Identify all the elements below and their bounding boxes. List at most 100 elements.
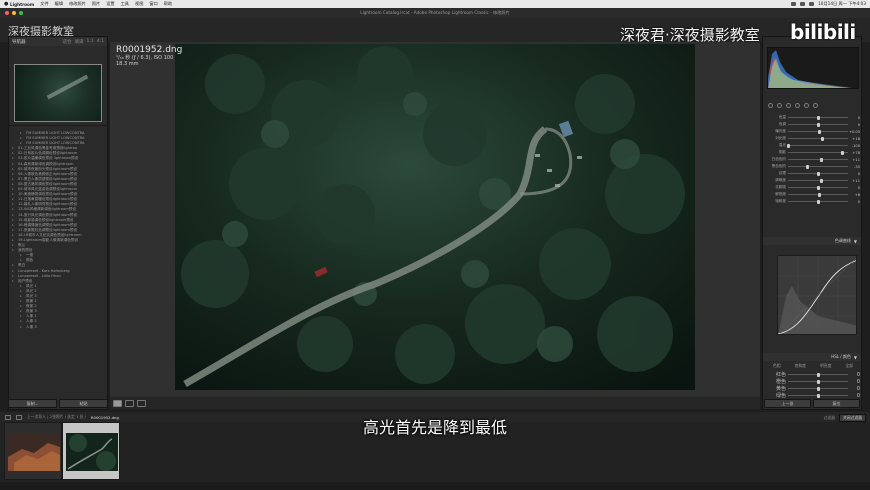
menu-window[interactable]: 窗口 bbox=[149, 1, 157, 7]
preset-item[interactable]: ▸ 人像 3 bbox=[12, 325, 106, 330]
tab-saturation[interactable]: 饱和度 bbox=[795, 363, 806, 369]
wifi-icon[interactable] bbox=[791, 2, 797, 6]
navigator-header[interactable]: 导航器 适合 填满 1:1 4:1 bbox=[9, 37, 107, 46]
main-photo[interactable] bbox=[175, 44, 695, 390]
battery-icon[interactable] bbox=[800, 2, 806, 6]
loupe-view-button[interactable] bbox=[113, 399, 122, 407]
slider-track[interactable] bbox=[788, 150, 848, 155]
tab-all[interactable]: 全部 bbox=[845, 363, 853, 369]
slider-knob[interactable] bbox=[821, 136, 825, 141]
menubar-clock[interactable]: 10月14日 周一 下午4:03 bbox=[818, 1, 866, 7]
slider-value[interactable]: -35 bbox=[848, 165, 860, 169]
slider-track[interactable] bbox=[788, 386, 848, 391]
crop-tool-icon[interactable] bbox=[768, 102, 773, 108]
slider-track[interactable] bbox=[788, 136, 848, 141]
menu-file[interactable]: 文件 bbox=[40, 1, 48, 7]
slider-value[interactable]: +6 bbox=[848, 193, 860, 197]
close-window-button[interactable] bbox=[5, 11, 9, 15]
tone-curve-header[interactable]: 色调曲线 ▼ bbox=[763, 237, 861, 245]
slider-track[interactable] bbox=[788, 122, 848, 127]
before-after-button[interactable] bbox=[137, 399, 146, 407]
slider-track[interactable] bbox=[788, 192, 848, 197]
tab-luminance[interactable]: 明亮度 bbox=[820, 363, 831, 369]
menu-edit[interactable]: 编辑 bbox=[55, 1, 63, 7]
copy-button[interactable]: 复制... bbox=[8, 399, 57, 408]
menu-app-name[interactable]: Lightroom bbox=[10, 2, 34, 7]
slider-knob[interactable] bbox=[819, 178, 823, 183]
red-eye-icon[interactable] bbox=[786, 102, 791, 108]
menu-view[interactable]: 视图 bbox=[135, 1, 143, 7]
spot-removal-icon[interactable] bbox=[777, 102, 782, 108]
slider-knob[interactable] bbox=[816, 379, 820, 384]
slider-knob[interactable] bbox=[816, 372, 820, 377]
slider-knob[interactable] bbox=[786, 143, 790, 148]
slider-value[interactable]: 0 bbox=[848, 393, 860, 399]
slider-knob[interactable] bbox=[840, 150, 844, 155]
slider-track[interactable] bbox=[788, 115, 848, 120]
search-icon[interactable] bbox=[809, 2, 815, 6]
slider-knob[interactable] bbox=[819, 157, 823, 162]
histogram[interactable] bbox=[767, 47, 859, 89]
disclosure-triangle-icon[interactable]: ▸ bbox=[12, 279, 16, 284]
reset-button[interactable]: 复位 bbox=[813, 399, 860, 408]
slider-value[interactable]: 0 bbox=[848, 372, 860, 378]
adjustment-brush-icon[interactable] bbox=[813, 102, 818, 108]
slider-knob[interactable] bbox=[806, 164, 810, 169]
slider-track[interactable] bbox=[788, 157, 848, 162]
menu-tools[interactable]: 工具 bbox=[121, 1, 129, 7]
slider-value[interactable]: 0 bbox=[848, 172, 860, 176]
slider-value[interactable]: 0 bbox=[848, 379, 860, 385]
slider-value[interactable]: 0 bbox=[848, 386, 860, 392]
slider-track[interactable] bbox=[788, 129, 848, 134]
slider-knob[interactable] bbox=[818, 192, 822, 197]
zoom-window-button[interactable] bbox=[19, 11, 23, 15]
zoom-4-1[interactable]: 4:1 bbox=[97, 39, 104, 45]
menu-photo[interactable]: 照片 bbox=[92, 1, 100, 7]
slider-track[interactable] bbox=[788, 164, 848, 169]
slider-track[interactable] bbox=[788, 372, 848, 377]
tone-curve-graph[interactable] bbox=[777, 255, 857, 335]
tab-hue[interactable]: 色相 bbox=[773, 363, 781, 369]
zoom-1-1[interactable]: 1:1 bbox=[87, 39, 94, 45]
slider-track[interactable] bbox=[788, 178, 848, 183]
slider-knob[interactable] bbox=[816, 171, 820, 176]
radial-filter-icon[interactable] bbox=[804, 102, 809, 108]
slider-value[interactable]: +11 bbox=[848, 158, 860, 162]
zoom-fit[interactable]: 适合 bbox=[63, 39, 72, 45]
disclosure-triangle-icon[interactable]: ▸ bbox=[20, 325, 24, 330]
slider-knob[interactable] bbox=[816, 185, 820, 190]
menu-develop[interactable]: 修改照片 bbox=[69, 1, 86, 7]
slider-track[interactable] bbox=[788, 379, 848, 384]
slider-knob[interactable] bbox=[816, 386, 820, 391]
slider-value[interactable]: +78 bbox=[848, 151, 860, 155]
slider-track[interactable] bbox=[786, 143, 848, 148]
menu-help[interactable]: 帮助 bbox=[164, 1, 172, 7]
slider-track[interactable] bbox=[788, 171, 848, 176]
slider-knob[interactable] bbox=[816, 115, 820, 120]
menu-settings[interactable]: 设置 bbox=[106, 1, 114, 7]
zoom-fill[interactable]: 填满 bbox=[75, 39, 84, 45]
minimize-window-button[interactable] bbox=[12, 11, 16, 15]
slider-knob[interactable] bbox=[817, 129, 821, 134]
compare-view-button[interactable] bbox=[125, 399, 134, 407]
slider-value[interactable]: -100 bbox=[848, 144, 860, 148]
slider-knob[interactable] bbox=[816, 199, 820, 204]
slider-value[interactable]: 0 bbox=[848, 116, 860, 120]
slider-value[interactable]: 0 bbox=[848, 123, 860, 127]
previous-button[interactable]: 上一张 bbox=[764, 399, 811, 408]
graduated-filter-icon[interactable] bbox=[795, 102, 800, 108]
disclosure-triangle-icon[interactable]: ▸ bbox=[12, 248, 16, 253]
slider-knob[interactable] bbox=[816, 393, 820, 398]
navigator-preview[interactable] bbox=[14, 64, 102, 122]
slider-value[interactable]: +11 bbox=[848, 179, 860, 183]
slider-track[interactable] bbox=[788, 393, 848, 398]
slider-value[interactable]: 0 bbox=[848, 200, 860, 204]
slider-value[interactable]: +18 bbox=[848, 137, 860, 141]
slider-track[interactable] bbox=[788, 185, 848, 190]
slider-knob[interactable] bbox=[816, 122, 820, 127]
slider-value[interactable]: +0.05 bbox=[848, 130, 860, 134]
slider-value[interactable]: 0 bbox=[848, 186, 860, 190]
slider-track[interactable] bbox=[788, 199, 848, 204]
paste-button[interactable]: 粘贴 bbox=[59, 399, 108, 408]
hsl-header[interactable]: HSL / 颜色 ▼ bbox=[763, 353, 861, 361]
